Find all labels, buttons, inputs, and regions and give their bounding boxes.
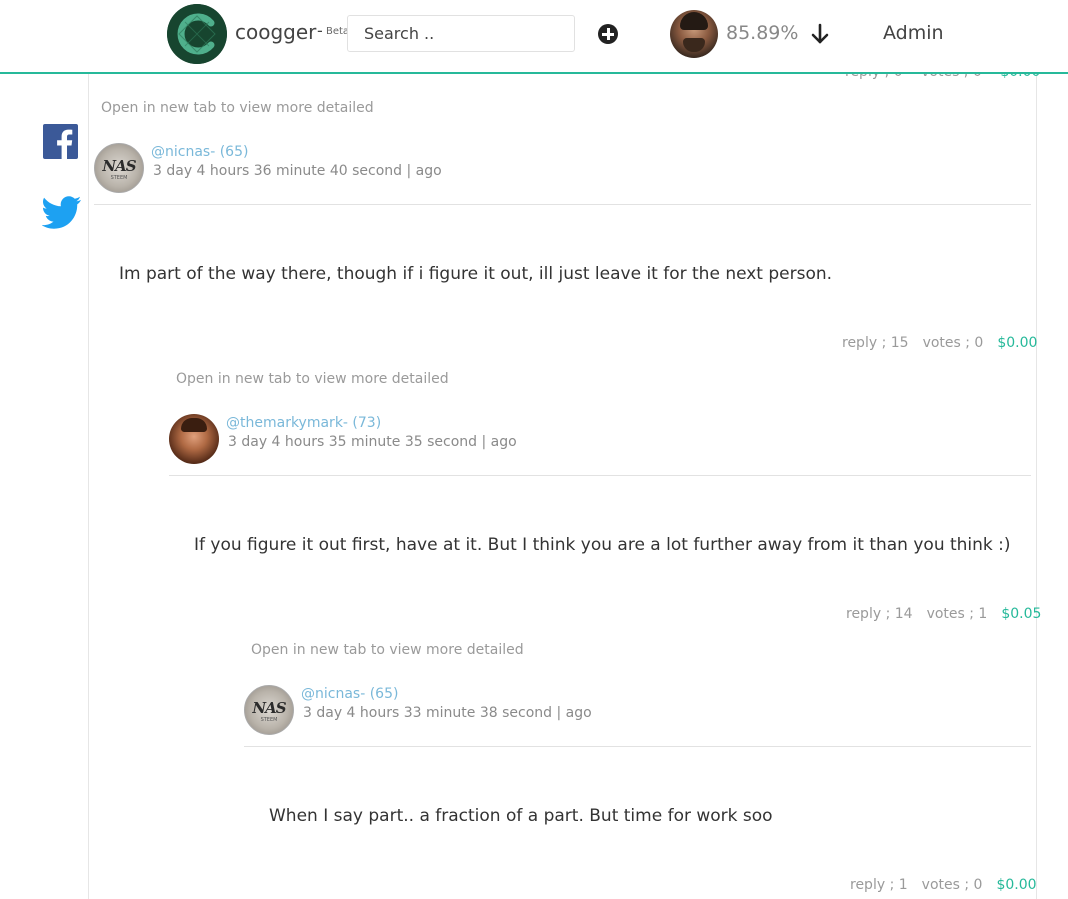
reply-count[interactable]: reply ; 15 (842, 335, 909, 351)
payout-value: $0.05 (1001, 606, 1042, 622)
comment-timestamp: 3 day 4 hours 35 minute 35 second | ago (228, 434, 517, 450)
comment-meta: reply ; 14 votes ; 1 $0.05 (846, 606, 1041, 622)
avatar[interactable]: NAS STEEM (244, 685, 294, 735)
avatar-label: NAS (252, 699, 286, 717)
brand-dash: - (317, 21, 323, 40)
coogger-logo-icon[interactable] (167, 4, 227, 64)
votes-count[interactable]: votes ; 0 (923, 335, 984, 351)
comment-timestamp: 3 day 4 hours 36 minute 40 second | ago (153, 163, 442, 179)
comment-meta: reply ; 15 votes ; 0 $0.00 (842, 335, 1037, 351)
avatar-beard (683, 38, 705, 52)
comment-timestamp: 3 day 4 hours 33 minute 38 second | ago (303, 705, 592, 721)
content-right-border (1036, 74, 1037, 899)
avatar-hair (181, 418, 207, 432)
arrow-down-icon[interactable] (810, 22, 830, 46)
votes-count[interactable]: votes ; 0 (922, 877, 983, 893)
comment-meta: reply ; 1 votes ; 0 $0.00 (850, 877, 1037, 893)
top-navbar: coogger - Beta 85.89% Admin (0, 0, 1068, 74)
comment-author[interactable]: @themarkymark- (73) (226, 415, 381, 431)
brand-name[interactable]: coogger (235, 20, 316, 44)
comment-body: Im part of the way there, though if i fi… (119, 264, 833, 284)
open-in-new-tab-link[interactable]: Open in new tab to view more detailed (251, 642, 524, 658)
comment-divider (169, 475, 1031, 476)
avatar-sublabel: STEEM (260, 717, 278, 723)
reply-count[interactable]: reply ; 1 (850, 877, 908, 893)
avatar-label: NAS (102, 157, 136, 175)
payout-value: $0.00 (997, 335, 1038, 351)
comment-author[interactable]: @nicnas- (65) (301, 686, 398, 702)
plus-circle-icon[interactable] (598, 24, 618, 44)
open-in-new-tab-link[interactable]: Open in new tab to view more detailed (176, 371, 449, 387)
voting-power: 85.89% (726, 22, 799, 44)
avatar[interactable] (670, 10, 718, 58)
comment-divider (244, 746, 1031, 747)
comment-body: When I say part.. a fraction of a part. … (269, 806, 773, 826)
comment-author[interactable]: @nicnas- (65) (151, 144, 248, 160)
avatar[interactable] (169, 414, 219, 464)
avatar[interactable]: NAS STEEM (94, 143, 144, 193)
payout-value: $0.00 (996, 877, 1037, 893)
content-left-border (88, 74, 89, 899)
comment-divider (94, 204, 1031, 205)
search-input[interactable] (347, 15, 575, 52)
open-in-new-tab-link[interactable]: Open in new tab to view more detailed (101, 100, 374, 116)
beta-label: Beta (326, 26, 350, 37)
comment-body: If you figure it out first, have at it. … (194, 535, 1011, 555)
facebook-icon[interactable] (43, 124, 78, 159)
votes-count[interactable]: votes ; 1 (927, 606, 988, 622)
admin-link[interactable]: Admin (883, 22, 944, 44)
avatar-hair (680, 12, 708, 30)
reply-count[interactable]: reply ; 14 (846, 606, 913, 622)
avatar-sublabel: STEEM (110, 175, 128, 181)
twitter-icon[interactable] (41, 196, 82, 230)
